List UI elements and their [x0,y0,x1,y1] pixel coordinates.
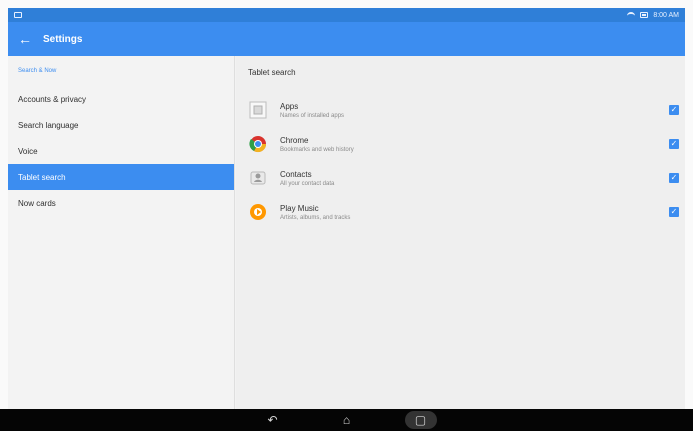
status-right: 8:00 AM [627,11,679,19]
apps-icon [248,100,268,120]
sidebar-item-label: Now cards [18,198,56,208]
app-bar: ← Settings [8,22,685,56]
recent-apps-icon[interactable]: ▢ [404,411,437,429]
page-title: Settings [43,33,83,45]
notification-icon [14,12,22,18]
search-source-text: Play Music Artists, albums, and tracks [280,204,350,221]
battery-icon [640,12,649,18]
sidebar-item-label: Accounts & privacy [18,94,87,104]
chrome-icon [248,134,268,154]
checkbox-apps[interactable]: ✓ [669,105,679,115]
sidebar-item-label: Search language [18,120,79,130]
search-source-subtitle: All your contact data [280,180,335,187]
sidebar-item-now-cards[interactable]: Now cards [8,190,234,216]
search-source-apps[interactable]: Apps Names of installed apps ✓ [236,93,685,127]
sidebar-item-label: Voice [18,146,38,156]
sidebar-item-tablet-search[interactable]: Tablet search [8,164,234,190]
settings-sidebar: Search & Now Accounts & privacy Search l… [8,56,235,409]
checkbox-play-music[interactable]: ✓ [669,207,679,217]
status-time: 8:00 AM [653,11,679,19]
wifi-icon [627,11,636,19]
search-source-title: Apps [280,101,299,111]
android-screen: 8:00 AM ← Settings Search & Now Accounts… [8,8,685,409]
sidebar-item-accounts-privacy[interactable]: Accounts & privacy [8,86,234,112]
sidebar-item-search-language[interactable]: Search language [8,112,234,138]
back-arrow-icon[interactable]: ← [18,32,36,46]
search-source-title: Contacts [280,169,312,179]
home-icon[interactable]: ⌂ [331,413,363,427]
navigation-icons: ↶ ⌂ ▢ [257,411,437,429]
navigation-bar: ↶ ⌂ ▢ [0,409,693,431]
search-source-title: Play Music [280,203,319,213]
search-source-subtitle: Names of installed apps [280,112,345,119]
checkbox-chrome[interactable]: ✓ [669,139,679,149]
sidebar-section-label: Search & Now [18,68,57,74]
play-music-icon [248,202,268,222]
search-source-title: Chrome [280,135,309,145]
search-source-contacts[interactable]: Contacts All your contact data ✓ [236,161,685,195]
sidebar-item-label: Tablet search [18,172,66,182]
search-source-play-music[interactable]: Play Music Artists, albums, and tracks ✓ [236,195,685,229]
search-source-chrome[interactable]: Chrome Bookmarks and web history ✓ [236,127,685,161]
search-source-text: Chrome Bookmarks and web history [280,136,354,153]
search-source-text: Apps Names of installed apps [280,102,344,119]
search-source-subtitle: Artists, albums, and tracks [280,214,351,221]
back-icon[interactable]: ↶ [257,413,289,427]
status-bar: 8:00 AM [8,8,685,22]
search-source-subtitle: Bookmarks and web history [280,146,354,153]
search-source-text: Contacts All your contact data [280,170,334,187]
panel-title: Tablet search [248,68,296,77]
tablet-search-panel: Tablet search Apps Names of installed ap… [236,56,685,409]
sidebar-item-voice[interactable]: Voice [8,138,234,164]
checkbox-contacts[interactable]: ✓ [669,173,679,183]
contacts-icon [248,168,268,188]
